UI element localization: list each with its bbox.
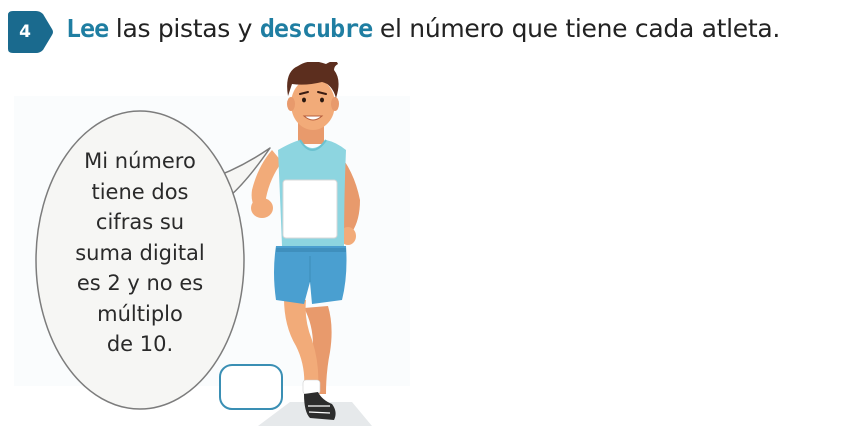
clue-line: suma digital (75, 240, 205, 265)
keyword-lee: Lee (66, 14, 109, 43)
clue-line: es 2 y no es (76, 271, 204, 295)
instruction-text: Lee las pistas y descubre el número que … (66, 14, 780, 43)
clue-line: tiene dos (91, 179, 189, 204)
exercise-header: 4 Lee las pistas y descubre el número qu… (0, 0, 846, 68)
race-bib (282, 179, 338, 239)
exercise-number: 4 (19, 22, 31, 42)
clue-line: múltiplo (97, 301, 183, 326)
clue-text: Mi número tiene dos cifras su suma digit… (52, 146, 228, 360)
answer-box[interactable] (219, 364, 283, 410)
exercise-number-badge: 4 (4, 11, 54, 53)
instruction-part-3: el número que tiene cada atleta. (372, 14, 781, 43)
clue-line: de 10. (106, 332, 174, 356)
clue-line: cifras su (95, 210, 185, 234)
clue-line: Mi número (84, 149, 196, 173)
keyword-descubre: descubre (259, 14, 373, 43)
instruction-part-2: las pistas y (108, 14, 260, 43)
